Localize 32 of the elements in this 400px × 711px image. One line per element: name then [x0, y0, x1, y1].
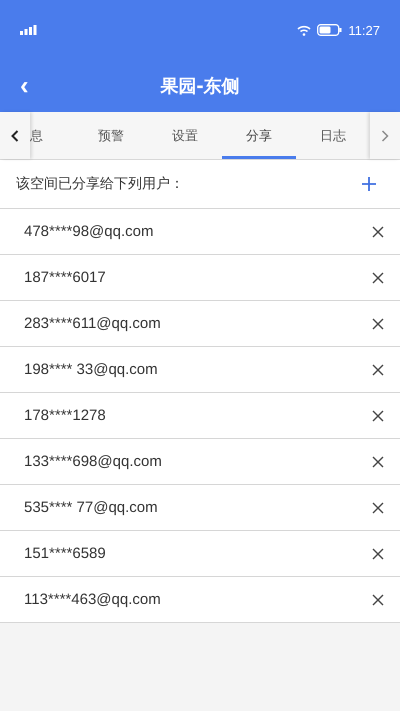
close-icon: [372, 502, 384, 514]
tab[interactable]: 日志: [296, 112, 370, 159]
chevron-right-icon: [381, 130, 389, 142]
wifi-icon: [297, 24, 312, 36]
tab[interactable]: 设置: [148, 112, 222, 159]
close-icon: [372, 548, 384, 560]
user-account: 187****6017: [24, 269, 106, 286]
user-account: 178****1278: [24, 407, 106, 424]
plus-icon: [362, 177, 376, 191]
user-account: 198**** 33@qq.com: [24, 361, 158, 378]
user-account: 133****698@qq.com: [24, 453, 162, 470]
signal-icon: [20, 25, 38, 35]
share-heading: 该空间已分享给下列用户：: [16, 175, 184, 193]
user-account: 478****98@qq.com: [24, 223, 154, 240]
status-time: 11:27: [348, 22, 380, 38]
close-icon: [372, 318, 384, 330]
user-account: 151****6589: [24, 545, 106, 562]
user-account: 113****463@qq.com: [24, 591, 161, 608]
back-button[interactable]: ‹: [14, 70, 35, 100]
chevron-left-icon: [11, 130, 19, 142]
close-icon: [372, 594, 384, 606]
battery-icon: [317, 24, 342, 36]
close-icon: [372, 226, 384, 238]
close-icon: [372, 272, 384, 284]
user-account: 535**** 77@qq.com: [24, 499, 158, 516]
tab[interactable]: 预警: [74, 112, 148, 159]
user-account: 283****611@qq.com: [24, 315, 161, 332]
page-title: 果园-东侧: [160, 75, 240, 98]
close-icon: [372, 410, 384, 422]
tab[interactable]: 息: [30, 112, 74, 159]
close-icon: [372, 364, 384, 376]
close-icon: [372, 456, 384, 468]
